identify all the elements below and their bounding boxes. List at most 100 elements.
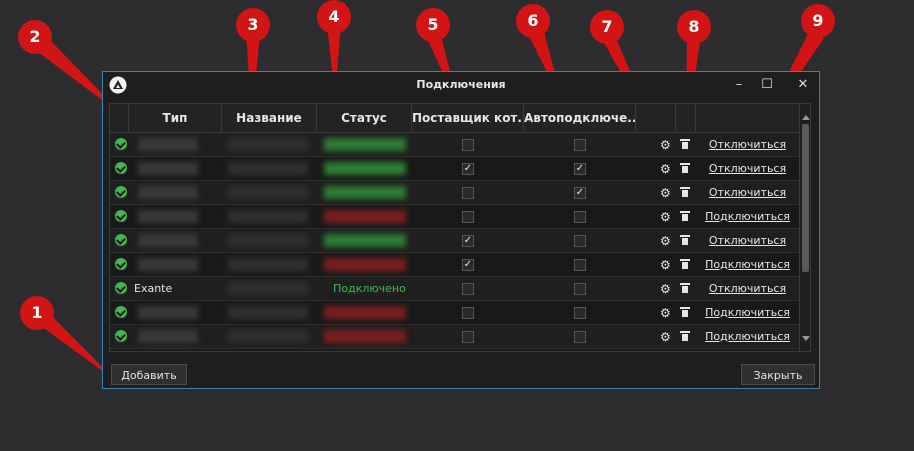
quotes-provider-checkbox[interactable] bbox=[462, 139, 474, 151]
table-row[interactable]: ⚙ Подключиться bbox=[110, 325, 799, 349]
connection-action-link[interactable]: Отключиться bbox=[700, 157, 795, 181]
trash-icon[interactable] bbox=[680, 163, 690, 173]
connected-check-icon bbox=[115, 306, 127, 318]
connected-check-icon bbox=[115, 282, 127, 294]
quotes-provider-checkbox[interactable] bbox=[462, 331, 474, 343]
trash-icon[interactable] bbox=[680, 139, 690, 149]
blurred-type bbox=[138, 306, 198, 319]
minimize-button[interactable]: – bbox=[729, 76, 749, 94]
auto-connect-checkbox[interactable] bbox=[574, 139, 586, 151]
table-row[interactable]: ✓ ⚙ Отключиться bbox=[110, 229, 799, 253]
gear-icon[interactable]: ⚙ bbox=[660, 305, 671, 321]
connected-check-icon bbox=[115, 162, 127, 174]
callout-3: 3 bbox=[236, 8, 270, 42]
column-delete[interactable] bbox=[676, 104, 696, 132]
auto-connect-checkbox[interactable] bbox=[574, 307, 586, 319]
blurred-name bbox=[228, 282, 308, 295]
callout-9: 9 bbox=[801, 4, 835, 38]
scroll-down-arrow-icon[interactable] bbox=[802, 336, 810, 341]
blurred-type bbox=[138, 258, 198, 271]
table-row[interactable]: ✓ ✓ ⚙ Отключиться bbox=[110, 157, 799, 181]
cell-status: Подключено bbox=[333, 282, 406, 295]
blurred-type bbox=[138, 330, 198, 343]
trash-icon[interactable] bbox=[680, 283, 690, 293]
gear-icon[interactable]: ⚙ bbox=[660, 137, 671, 153]
auto-connect-checkbox[interactable] bbox=[574, 331, 586, 343]
blurred-status bbox=[324, 210, 406, 223]
auto-connect-checkbox[interactable] bbox=[574, 235, 586, 247]
auto-connect-checkbox[interactable]: ✓ bbox=[574, 163, 586, 175]
trash-icon[interactable] bbox=[680, 235, 690, 245]
column-status-indicator[interactable] bbox=[110, 104, 129, 132]
gear-icon[interactable]: ⚙ bbox=[660, 161, 671, 177]
blurred-type bbox=[138, 186, 198, 199]
blurred-status bbox=[324, 138, 406, 151]
quotes-provider-checkbox[interactable]: ✓ bbox=[462, 235, 474, 247]
connected-check-icon bbox=[115, 210, 127, 222]
blurred-name bbox=[228, 138, 308, 151]
gear-icon[interactable]: ⚙ bbox=[660, 185, 671, 201]
column-settings[interactable] bbox=[636, 104, 676, 132]
blurred-type bbox=[138, 162, 198, 175]
table-row[interactable]: ✓ ⚙ Подключиться bbox=[110, 253, 799, 277]
trash-icon[interactable] bbox=[680, 307, 690, 317]
quotes-provider-checkbox[interactable] bbox=[462, 283, 474, 295]
gear-icon[interactable]: ⚙ bbox=[660, 329, 671, 345]
vertical-scrollbar[interactable] bbox=[799, 104, 810, 351]
auto-connect-checkbox[interactable]: ✓ bbox=[574, 187, 586, 199]
connection-action-link[interactable]: Подключиться bbox=[700, 325, 795, 349]
connection-action-link[interactable]: Отключиться bbox=[700, 181, 795, 205]
quotes-provider-checkbox[interactable]: ✓ bbox=[462, 163, 474, 175]
blurred-name bbox=[228, 234, 308, 247]
gear-icon[interactable]: ⚙ bbox=[660, 209, 671, 225]
auto-connect-checkbox[interactable] bbox=[574, 283, 586, 295]
gear-icon[interactable]: ⚙ bbox=[660, 257, 671, 273]
column-auto-connect[interactable]: Автоподключе... bbox=[524, 104, 636, 132]
blurred-name bbox=[228, 258, 308, 271]
auto-connect-checkbox[interactable] bbox=[574, 259, 586, 271]
trash-icon[interactable] bbox=[680, 211, 690, 221]
table-row[interactable]: ⚙ Отключиться bbox=[110, 133, 799, 157]
connected-check-icon bbox=[115, 330, 127, 342]
table-row[interactable]: ✓ ⚙ Отключиться bbox=[110, 181, 799, 205]
connection-action-link[interactable]: Отключиться bbox=[700, 277, 795, 301]
close-button[interactable]: Закрыть bbox=[741, 364, 815, 385]
callout-7: 7 bbox=[590, 10, 624, 44]
quotes-provider-checkbox[interactable]: ✓ bbox=[462, 259, 474, 271]
blurred-type bbox=[138, 234, 198, 247]
column-type[interactable]: Тип bbox=[129, 104, 222, 132]
trash-icon[interactable] bbox=[680, 187, 690, 197]
table-row[interactable]: ⚙ Подключиться bbox=[110, 205, 799, 229]
connection-action-link[interactable]: Отключиться bbox=[700, 133, 795, 157]
column-quotes-provider[interactable]: Поставщик кот... bbox=[412, 104, 524, 132]
quotes-provider-checkbox[interactable] bbox=[462, 307, 474, 319]
column-action[interactable] bbox=[696, 104, 799, 132]
quotes-provider-checkbox[interactable] bbox=[462, 211, 474, 223]
table-row[interactable]: Exante Подключено ⚙ Отключиться bbox=[110, 277, 799, 301]
trash-icon[interactable] bbox=[680, 331, 690, 341]
trash-icon[interactable] bbox=[680, 259, 690, 269]
scroll-thumb[interactable] bbox=[802, 124, 809, 272]
title-bar[interactable]: Подключения – ☐ ✕ bbox=[103, 72, 819, 98]
auto-connect-checkbox[interactable] bbox=[574, 211, 586, 223]
blurred-name bbox=[228, 210, 308, 223]
connection-action-link[interactable]: Отключиться bbox=[700, 229, 795, 253]
close-window-button[interactable]: ✕ bbox=[793, 76, 813, 94]
table-row[interactable]: ⚙ Подключиться bbox=[110, 301, 799, 325]
connection-action-link[interactable]: Подключиться bbox=[700, 205, 795, 229]
gear-icon[interactable]: ⚙ bbox=[660, 281, 671, 297]
connection-action-link[interactable]: Подключиться bbox=[700, 301, 795, 325]
blurred-type bbox=[138, 138, 198, 151]
callout-6: 6 bbox=[516, 4, 550, 38]
gear-icon[interactable]: ⚙ bbox=[660, 233, 671, 249]
connections-window: Подключения – ☐ ✕ Тип Название Статус По… bbox=[102, 71, 820, 389]
maximize-button[interactable]: ☐ bbox=[757, 76, 777, 94]
blurred-name bbox=[228, 186, 308, 199]
column-status[interactable]: Статус bbox=[317, 104, 412, 132]
connection-action-link[interactable]: Подключиться bbox=[700, 253, 795, 277]
scroll-up-arrow-icon[interactable] bbox=[802, 115, 810, 120]
add-button[interactable]: Добавить bbox=[111, 364, 187, 385]
blurred-type bbox=[138, 210, 198, 223]
column-name[interactable]: Название bbox=[222, 104, 317, 132]
quotes-provider-checkbox[interactable] bbox=[462, 187, 474, 199]
